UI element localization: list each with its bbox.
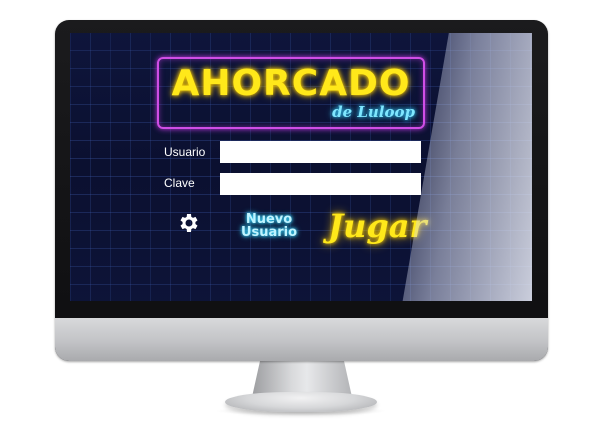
app-screen: AHORCADO de Luloop Usuario Clave Nuevo U… [70,33,532,301]
new-user-button[interactable]: Nuevo Usuario [238,213,300,239]
monitor-chin [55,318,548,361]
play-button[interactable]: Jugar [328,207,426,245]
game-logo: AHORCADO de Luloop [157,57,425,129]
logo-subtitle: de Luloop [332,103,415,121]
gear-icon[interactable] [176,211,200,235]
logo-title: AHORCADO [171,63,411,104]
password-label: Clave [164,176,195,190]
password-input[interactable] [220,173,421,195]
username-label: Usuario [164,145,206,159]
username-input[interactable] [220,141,421,163]
monitor-stand-base [225,392,377,412]
